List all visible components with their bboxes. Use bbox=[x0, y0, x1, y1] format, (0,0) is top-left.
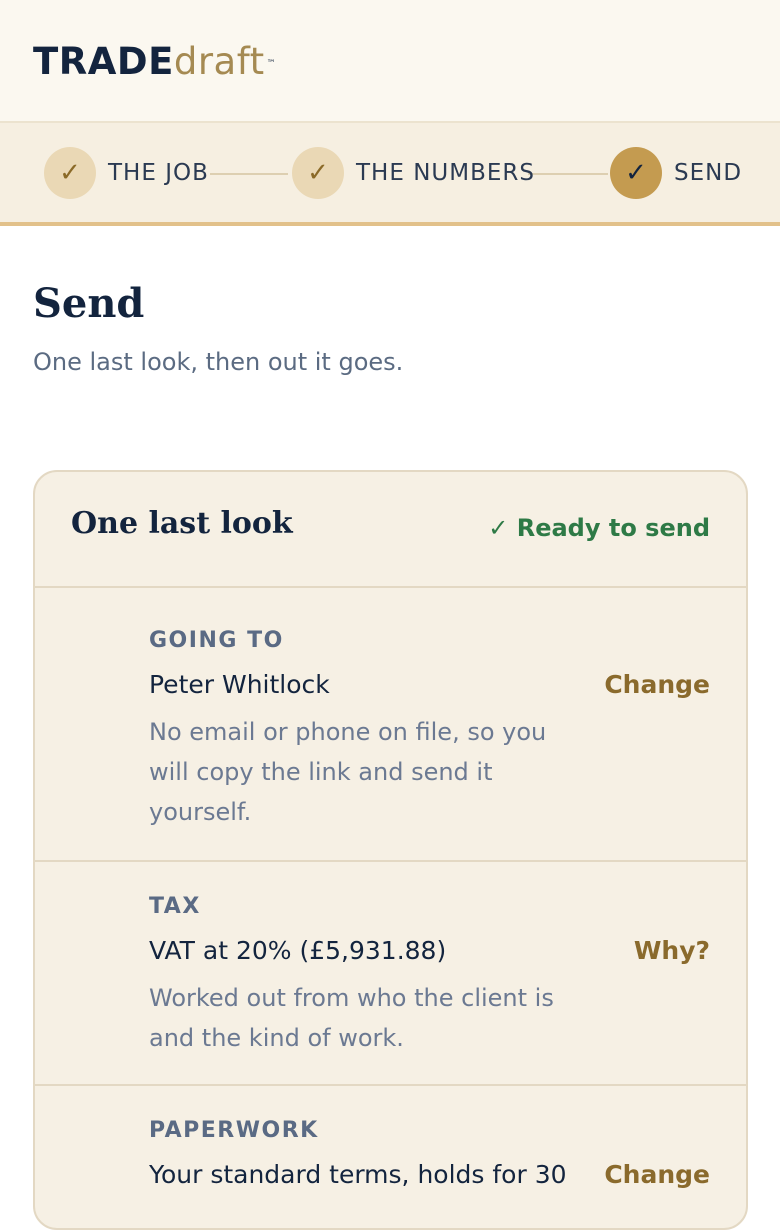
page-title: Send bbox=[33, 280, 145, 327]
check-icon: ✓ bbox=[292, 147, 344, 199]
step-send[interactable]: ✓ SEND bbox=[610, 147, 742, 199]
step-label: THE NUMBERS bbox=[356, 160, 535, 186]
review-row-paperwork: PAPERWORK Your standard terms, holds for… bbox=[35, 1086, 746, 1228]
progress-stepper: ✓ THE JOB ✓ THE NUMBERS ✓ SEND bbox=[0, 123, 780, 226]
review-row-tax: TAX VAT at 20% (£5,931.88) Worked out fr… bbox=[35, 862, 746, 1086]
row-value: Peter Whitlock bbox=[149, 670, 330, 699]
check-icon: ✓ bbox=[44, 147, 96, 199]
review-row-recipient: GOING TO Peter Whitlock No email or phon… bbox=[35, 588, 746, 862]
row-label: PAPERWORK bbox=[149, 1118, 319, 1143]
review-card: One last look ✓ Ready to send GOING TO P… bbox=[33, 470, 748, 1230]
step-label: SEND bbox=[674, 160, 743, 186]
row-note: Worked out from who the client is and th… bbox=[149, 984, 554, 1052]
brand-bold: TRADE bbox=[33, 40, 174, 83]
ready-status: ✓ Ready to send bbox=[488, 514, 710, 542]
card-header: One last look ✓ Ready to send bbox=[35, 472, 746, 588]
step-the-numbers[interactable]: ✓ THE NUMBERS bbox=[292, 147, 535, 199]
row-label: GOING TO bbox=[149, 628, 284, 653]
tax-why-button[interactable]: Why? bbox=[634, 936, 710, 965]
brand-logo[interactable]: TRADEdraft ™ bbox=[33, 40, 276, 84]
brand-light: draft bbox=[173, 40, 265, 83]
trademark-mark: ™ bbox=[266, 59, 277, 69]
row-note: No email or phone on file, so you will c… bbox=[149, 718, 547, 826]
step-label: THE JOB bbox=[108, 160, 209, 186]
step-connector bbox=[210, 173, 288, 175]
page-subtitle: One last look, then out it goes. bbox=[33, 348, 404, 376]
card-title: One last look bbox=[71, 506, 293, 541]
change-paperwork-button[interactable]: Change bbox=[604, 1160, 710, 1189]
step-the-job[interactable]: ✓ THE JOB bbox=[44, 147, 209, 199]
check-icon: ✓ bbox=[610, 147, 662, 199]
step-connector bbox=[528, 173, 608, 175]
row-label: TAX bbox=[149, 894, 201, 919]
app-header: TRADEdraft ™ bbox=[0, 0, 780, 123]
row-value: VAT at 20% (£5,931.88) bbox=[149, 936, 447, 965]
change-recipient-button[interactable]: Change bbox=[604, 670, 710, 699]
row-value: Your standard terms, holds for 30 bbox=[149, 1160, 567, 1189]
